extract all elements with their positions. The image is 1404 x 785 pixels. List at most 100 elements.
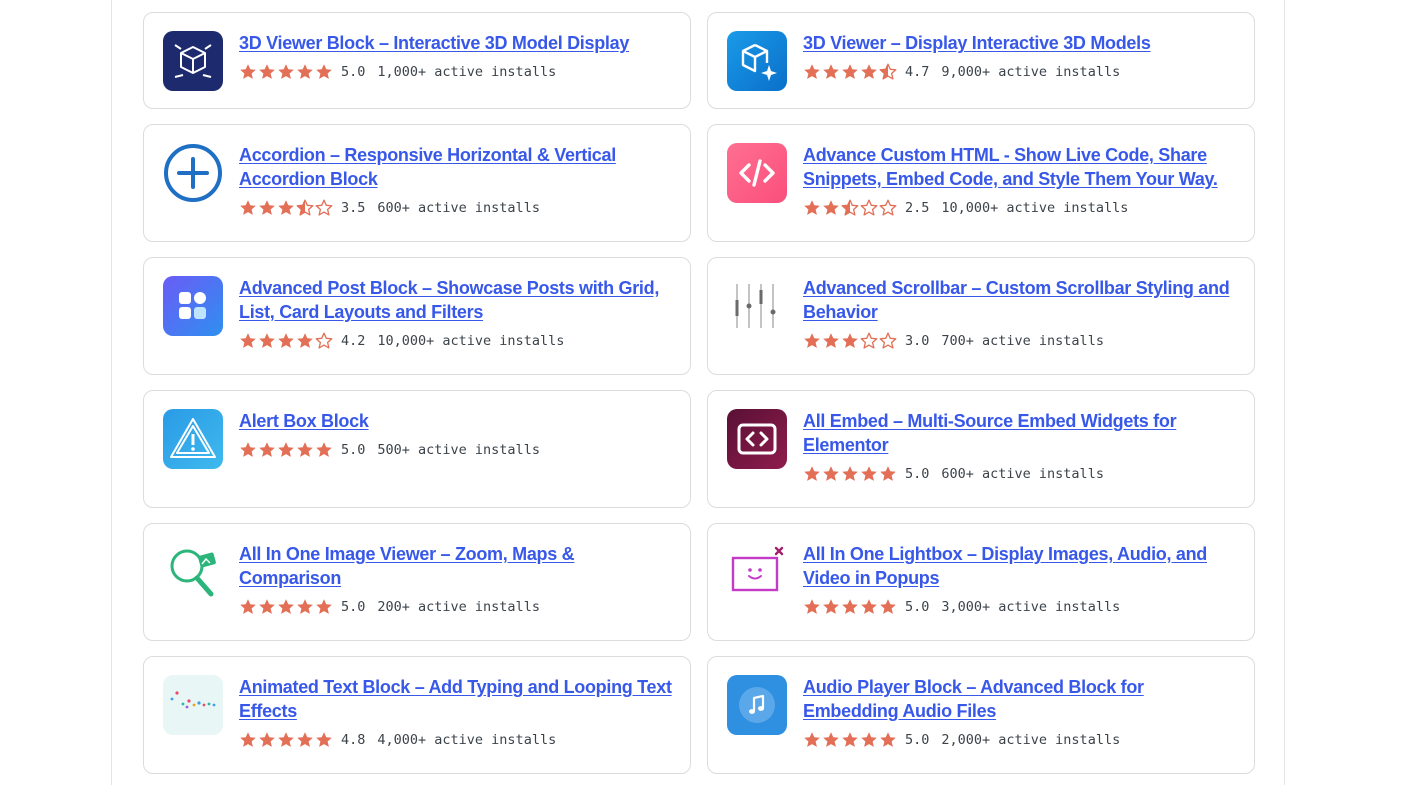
plugin-meta: 3.5 600+ active installs	[239, 198, 674, 218]
star-rating	[239, 441, 333, 459]
star-empty-icon	[879, 332, 897, 349]
plugin-card: All In One Lightbox – Display Images, Au…	[707, 523, 1255, 641]
star-full-icon	[880, 599, 896, 614]
grid-blocks-icon[interactable]	[163, 276, 223, 336]
plugin-card: Alert Box Block 5.0 500+ active installs	[143, 390, 691, 508]
plugin-grid: 3D Viewer Block – Interactive 3D Model D…	[111, 0, 1285, 785]
star-full-icon	[297, 442, 313, 457]
plugin-meta: 4.8 4,000+ active installs	[239, 730, 674, 750]
star-half-icon	[879, 63, 897, 80]
star-full-icon	[259, 64, 275, 79]
star-empty-icon	[860, 199, 878, 216]
alert-triangle-icon[interactable]	[163, 409, 223, 469]
animated-dots-icon[interactable]	[163, 675, 223, 735]
active-installs: 3,000+ active installs	[941, 599, 1121, 615]
rating-value: 5.0	[905, 466, 930, 482]
plugin-title-link[interactable]: Advance Custom HTML - Show Live Code, Sh…	[803, 143, 1238, 191]
rating-value: 3.0	[905, 333, 930, 349]
star-full-icon	[240, 333, 256, 348]
star-rating	[239, 332, 333, 350]
plugin-title-link[interactable]: Advanced Post Block – Showcase Posts wit…	[239, 276, 674, 324]
lightbox-smile-icon[interactable]	[727, 542, 787, 602]
active-installs: 600+ active installs	[941, 466, 1104, 482]
star-half-icon	[841, 199, 859, 216]
plugin-meta: 5.0 500+ active installs	[239, 440, 674, 460]
star-rating	[803, 598, 897, 616]
star-full-icon	[240, 442, 256, 457]
plugin-title-link[interactable]: 3D Viewer – Display Interactive 3D Model…	[803, 31, 1238, 55]
star-full-icon	[823, 333, 839, 348]
3d-cube-icon[interactable]	[163, 31, 223, 91]
star-rating	[239, 63, 333, 81]
code-icon[interactable]	[727, 143, 787, 203]
embed-code-icon[interactable]	[727, 409, 787, 469]
star-rating	[803, 465, 897, 483]
plugin-card: All In One Image Viewer – Zoom, Maps & C…	[143, 523, 691, 641]
star-full-icon	[804, 599, 820, 614]
plugin-meta: 5.0 3,000+ active installs	[803, 597, 1238, 617]
plugin-meta: 5.0 600+ active installs	[803, 464, 1238, 484]
plugin-meta: 5.0 200+ active installs	[239, 597, 674, 617]
star-full-icon	[842, 599, 858, 614]
star-full-icon	[297, 599, 313, 614]
rating-value: 4.8	[341, 732, 366, 748]
star-half-icon	[296, 199, 314, 216]
plugin-title-link[interactable]: All Embed – Multi-Source Embed Widgets f…	[803, 409, 1238, 457]
plugin-meta: 2.5 10,000+ active installs	[803, 198, 1238, 218]
star-full-icon	[861, 599, 877, 614]
plus-circle-icon[interactable]	[163, 143, 223, 203]
star-full-icon	[259, 732, 275, 747]
plugin-card: 3D Viewer – Display Interactive 3D Model…	[707, 12, 1255, 109]
rating-value: 4.2	[341, 333, 366, 349]
star-full-icon	[880, 732, 896, 747]
rating-value: 5.0	[905, 732, 930, 748]
cube-sparkle-icon[interactable]	[727, 31, 787, 91]
plugin-title-link[interactable]: All In One Image Viewer – Zoom, Maps & C…	[239, 542, 674, 590]
plugin-card: Advance Custom HTML - Show Live Code, Sh…	[707, 124, 1255, 242]
rating-value: 5.0	[341, 599, 366, 615]
star-full-icon	[297, 333, 313, 348]
music-note-icon[interactable]	[727, 675, 787, 735]
star-full-icon	[316, 64, 332, 79]
plugin-title-link[interactable]: Advanced Scrollbar – Custom Scrollbar St…	[803, 276, 1238, 324]
plugin-card: All Embed – Multi-Source Embed Widgets f…	[707, 390, 1255, 508]
star-full-icon	[240, 64, 256, 79]
star-full-icon	[804, 732, 820, 747]
star-full-icon	[823, 64, 839, 79]
plugin-card: Accordion – Responsive Horizontal & Vert…	[143, 124, 691, 242]
rating-value: 5.0	[341, 442, 366, 458]
star-full-icon	[861, 64, 877, 79]
star-full-icon	[278, 64, 294, 79]
plugin-title-link[interactable]: Audio Player Block – Advanced Block for …	[803, 675, 1238, 723]
plugin-title-link[interactable]: Accordion – Responsive Horizontal & Vert…	[239, 143, 674, 191]
plugin-meta: 4.2 10,000+ active installs	[239, 331, 674, 351]
rating-value: 2.5	[905, 200, 930, 216]
plugin-title-link[interactable]: Alert Box Block	[239, 409, 674, 433]
plugin-card: 3D Viewer Block – Interactive 3D Model D…	[143, 12, 691, 109]
plugin-card: Animated Text Block – Add Typing and Loo…	[143, 656, 691, 774]
active-installs: 10,000+ active installs	[377, 333, 565, 349]
star-empty-icon	[860, 332, 878, 349]
plugin-title-link[interactable]: 3D Viewer Block – Interactive 3D Model D…	[239, 31, 674, 55]
star-full-icon	[823, 200, 839, 215]
star-full-icon	[861, 732, 877, 747]
active-installs: 500+ active installs	[377, 442, 540, 458]
star-full-icon	[880, 466, 896, 481]
active-installs: 700+ active installs	[941, 333, 1104, 349]
plugin-card: Audio Player Block – Advanced Block for …	[707, 656, 1255, 774]
plugin-title-link[interactable]: All In One Lightbox – Display Images, Au…	[803, 542, 1238, 590]
active-installs: 600+ active installs	[377, 200, 540, 216]
star-rating	[239, 598, 333, 616]
magnifier-image-icon[interactable]	[163, 542, 223, 602]
star-full-icon	[259, 333, 275, 348]
star-full-icon	[842, 732, 858, 747]
star-full-icon	[297, 64, 313, 79]
star-full-icon	[842, 64, 858, 79]
star-full-icon	[278, 442, 294, 457]
plugin-title-link[interactable]: Animated Text Block – Add Typing and Loo…	[239, 675, 674, 723]
plugin-card: Advanced Scrollbar – Custom Scrollbar St…	[707, 257, 1255, 375]
star-full-icon	[823, 599, 839, 614]
star-full-icon	[823, 466, 839, 481]
star-empty-icon	[879, 199, 897, 216]
scrollbar-sliders-icon[interactable]	[727, 276, 787, 336]
